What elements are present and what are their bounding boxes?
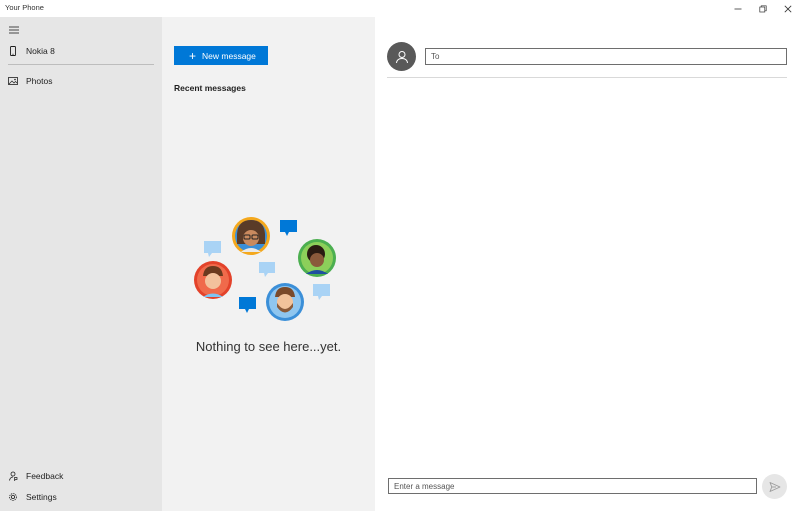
hamburger-menu-icon[interactable]: [8, 25, 20, 35]
nav-item-label: Photos: [26, 76, 53, 86]
recipient-avatar: [387, 42, 416, 71]
message-input[interactable]: [388, 478, 757, 494]
restore-icon: [758, 4, 767, 12]
new-message-label: New message: [202, 50, 256, 61]
person-avatar-icon: [194, 261, 232, 299]
person-avatar-icon: [298, 239, 336, 277]
nav-item-device[interactable]: Nokia 8: [0, 40, 162, 62]
chat-bubble-icon: [313, 284, 330, 300]
title-bar: Your Phone: [0, 0, 800, 17]
gear-icon: [8, 492, 18, 502]
recent-messages-heading: Recent messages: [174, 83, 246, 93]
nav-item-photos[interactable]: Photos: [0, 70, 162, 92]
nav-item-feedback[interactable]: Feedback: [0, 465, 162, 487]
recipient-input[interactable]: [425, 48, 787, 65]
close-button[interactable]: [775, 0, 800, 17]
photos-icon: [8, 76, 18, 86]
conversation-list-pane: + New message Recent messages Nothing to…: [162, 17, 375, 511]
compose-pane: [375, 17, 800, 511]
nav-divider: [8, 64, 154, 65]
minimize-icon: [734, 8, 741, 9]
send-button[interactable]: [762, 474, 787, 499]
close-icon: [784, 5, 791, 12]
window-title: Your Phone: [5, 3, 44, 12]
phone-icon: [8, 46, 18, 56]
plus-icon: +: [189, 48, 197, 63]
feedback-icon: [8, 471, 18, 481]
minimize-button[interactable]: [725, 0, 750, 17]
person-icon: [395, 50, 408, 63]
empty-state-illustration: [194, 217, 336, 321]
nav-item-label: Settings: [26, 492, 57, 502]
device-name: Nokia 8: [26, 46, 55, 56]
restore-button[interactable]: [750, 0, 775, 17]
send-icon: [769, 481, 780, 492]
chat-bubble-icon: [259, 262, 275, 277]
chat-bubble-icon: [280, 220, 297, 236]
nav-item-settings[interactable]: Settings: [0, 486, 162, 508]
person-avatar-icon: [266, 283, 304, 321]
new-message-button[interactable]: + New message: [174, 46, 268, 65]
person-avatar-icon: [232, 217, 270, 255]
chat-bubble-icon: [239, 297, 256, 313]
app-window: Your Phone Nokia 8 Photos Feedback Setti…: [0, 0, 800, 511]
chat-bubble-icon: [204, 241, 221, 257]
empty-state-message: Nothing to see here...yet.: [195, 339, 342, 354]
nav-item-label: Feedback: [26, 471, 64, 481]
nav-pane: Nokia 8 Photos Feedback Settings: [0, 17, 162, 511]
compose-divider: [387, 77, 787, 78]
